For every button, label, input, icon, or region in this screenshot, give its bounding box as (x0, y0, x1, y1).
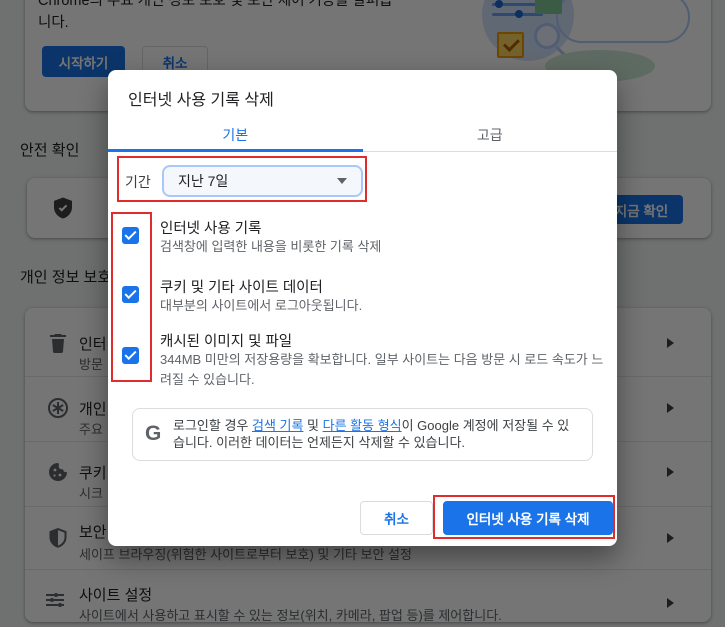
cookies-checkbox[interactable] (122, 286, 139, 303)
checkbox-title: 캐시된 이미지 및 파일 (160, 334, 293, 350)
time-range-value: 지난 7일 (178, 173, 229, 189)
signin-note-text: 로그인할 경우 검색 기록 및 다른 활동 형식이 Google 계정에 저장될… (173, 417, 578, 451)
clear-data-button[interactable]: 인터넷 사용 기록 삭제 (443, 501, 613, 535)
time-range-label: 기간 (125, 174, 151, 190)
note-prefix: 로그인할 경우 (173, 418, 252, 433)
checkbox-desc: 검색창에 입력한 내용을 비롯한 기록 삭제 (160, 239, 382, 254)
dropdown-caret-icon (337, 178, 347, 184)
search-history-link[interactable]: 검색 기록 (252, 418, 303, 433)
cached-files-checkbox[interactable] (122, 347, 139, 364)
checkbox-desc: 대부분의 사이트에서 로그아웃됩니다. (160, 298, 363, 313)
browsing-history-checkbox[interactable] (122, 227, 139, 244)
tab-advanced[interactable]: 고급 (363, 118, 618, 151)
note-middle: 및 (303, 418, 323, 433)
chrome-settings-screen: Chrome의 주요 개인 정보 보호 및 보안 제어 기능을 살펴봅 니다. … (0, 0, 725, 627)
clear-browsing-data-dialog: 인터넷 사용 기록 삭제 기본 고급 기간 지난 7일 인터넷 사용 기록 검색… (108, 70, 617, 546)
dialog-cancel-button[interactable]: 취소 (360, 501, 433, 535)
checkbox-desc: 344MB 미만의 저장용량을 확보합니다. 일부 사이트는 다음 방문 시 로… (160, 352, 604, 387)
time-range-select[interactable]: 지난 7일 (162, 165, 363, 197)
other-activity-link[interactable]: 다른 활동 형식 (323, 418, 402, 433)
google-signin-note: G 로그인할 경우 검색 기록 및 다른 활동 형식이 Google 계정에 저… (132, 408, 593, 461)
tab-basic[interactable]: 기본 (108, 118, 363, 152)
dialog-tabs: 기본 고급 (108, 118, 617, 152)
google-g-icon: G (145, 422, 162, 445)
checkbox-title: 인터넷 사용 기록 (160, 221, 262, 237)
dialog-title: 인터넷 사용 기록 삭제 (128, 92, 274, 109)
checkbox-title: 쿠키 및 기타 사이트 데이터 (160, 280, 323, 296)
